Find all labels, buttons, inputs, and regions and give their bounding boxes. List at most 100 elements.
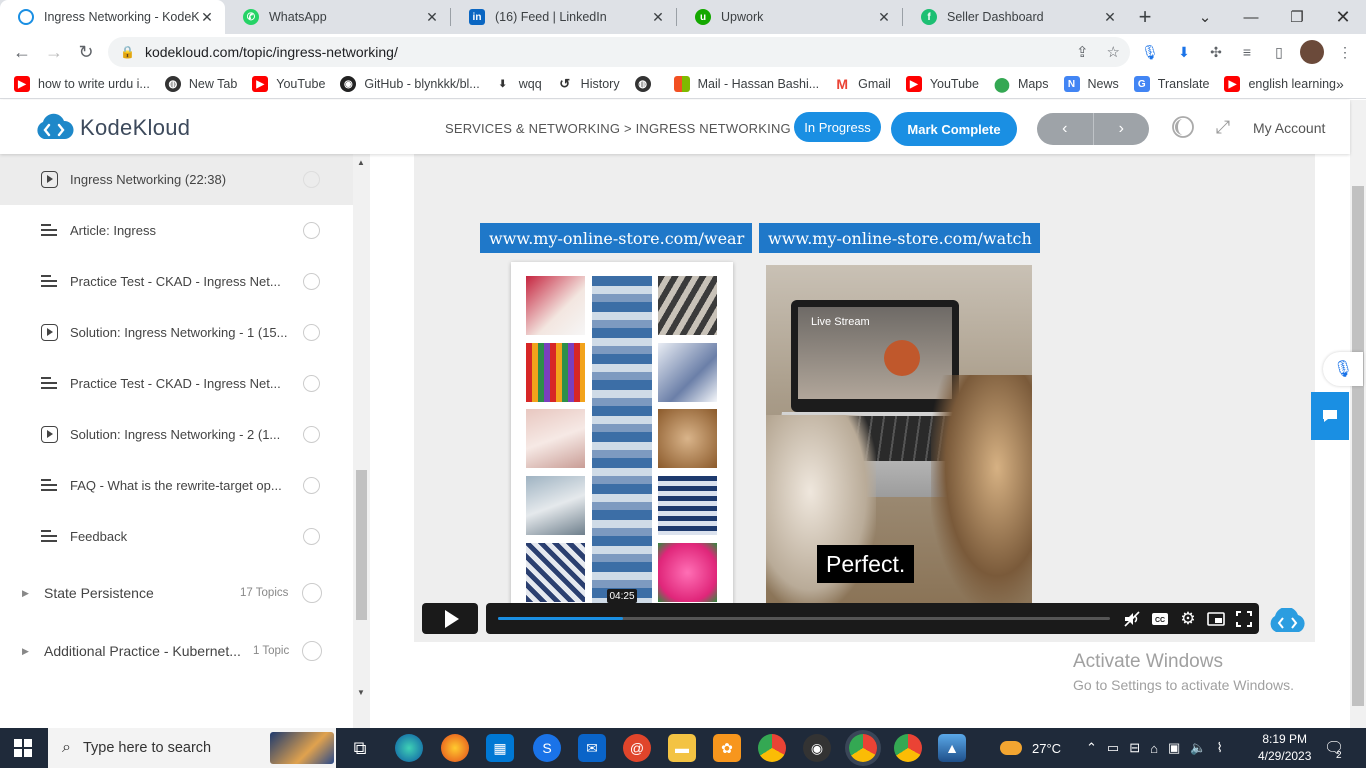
- closed-captions-icon[interactable]: CC: [1150, 609, 1170, 629]
- browser-tab-upwork[interactable]: u Upwork ✕: [677, 0, 902, 34]
- chrome-icon[interactable]: [758, 734, 786, 762]
- completion-circle-icon[interactable]: [303, 375, 320, 392]
- completion-circle-icon[interactable]: [303, 477, 320, 494]
- edge-browser-icon[interactable]: [395, 734, 423, 762]
- progress-track[interactable]: [498, 617, 1110, 620]
- voice-assistant-mic-icon[interactable]: 🎙: [1323, 352, 1363, 386]
- browser-tab-kodekloud[interactable]: Ingress Networking - KodeKloud ✕: [0, 0, 225, 34]
- sidebar-scrollbar[interactable]: ▲ ▼: [353, 154, 370, 728]
- lesson-item[interactable]: FAQ - What is the rewrite-target op...: [0, 460, 353, 511]
- chrome-profile-active-icon[interactable]: [849, 734, 877, 762]
- app-orange-icon[interactable]: ✿: [713, 734, 741, 762]
- taskbar-search-box[interactable]: ⌕ Type here to search: [48, 728, 336, 768]
- my-account-link[interactable]: My Account: [1253, 120, 1325, 136]
- notification-center-icon[interactable]: 🗨 2: [1324, 728, 1344, 768]
- completion-circle-icon[interactable]: [303, 273, 320, 290]
- fullscreen-expand-icon[interactable]: ⤢: [1210, 114, 1236, 140]
- more-bookmarks-icon[interactable]: »: [1336, 76, 1344, 92]
- extensions-puzzle-icon[interactable]: ✣: [1205, 41, 1227, 63]
- bookmark-item[interactable]: ⬤ Maps: [994, 76, 1048, 92]
- restore-icon[interactable]: ❐: [1274, 0, 1320, 34]
- browser-tab-linkedin[interactable]: in (16) Feed | LinkedIn ✕: [451, 0, 676, 34]
- in-progress-badge[interactable]: In Progress: [794, 112, 881, 142]
- next-lesson-button[interactable]: ›: [1094, 113, 1150, 145]
- completion-circle-icon[interactable]: [303, 324, 320, 341]
- lesson-item[interactable]: Practice Test - CKAD - Ingress Net...: [0, 358, 353, 409]
- bookmark-item[interactable]: ◍: [634, 76, 659, 92]
- chrome-menu-icon[interactable]: ⋮: [1334, 41, 1356, 63]
- voice-extension-icon[interactable]: 🎙: [1139, 41, 1161, 63]
- network-device-icon[interactable]: ⊟: [1129, 740, 1140, 756]
- game-app-icon[interactable]: @: [623, 734, 651, 762]
- expand-triangle-icon[interactable]: ▶: [22, 646, 29, 657]
- play-button[interactable]: [422, 603, 478, 634]
- volume-icon[interactable]: 🔈: [1190, 740, 1206, 756]
- bookmark-item[interactable]: ◉ GitHub - blynkkk/bl...: [340, 76, 480, 92]
- side-panel-icon[interactable]: ▯: [1268, 41, 1290, 63]
- tab-search-chevron-icon[interactable]: ⌄: [1182, 0, 1228, 34]
- volume-muted-icon[interactable]: [1122, 609, 1142, 629]
- show-hidden-icons-chevron-icon[interactable]: ⌃: [1086, 740, 1097, 756]
- new-tab-button[interactable]: +: [1128, 0, 1162, 34]
- close-tab-icon[interactable]: ✕: [199, 9, 215, 26]
- bookmark-item[interactable]: ⬇ wqq: [495, 76, 542, 92]
- completion-circle-icon[interactable]: [303, 426, 320, 443]
- sidebar-scroll-thumb[interactable]: [356, 470, 367, 620]
- completion-circle-icon[interactable]: [303, 171, 320, 188]
- page-scrollbar[interactable]: [1350, 100, 1366, 728]
- video-player[interactable]: www.my-online-store.com/wear www.my-onli…: [414, 154, 1315, 642]
- taskbar-clock[interactable]: 8:19 PM 4/29/2023: [1258, 731, 1311, 765]
- skype-icon[interactable]: S: [533, 734, 561, 762]
- chat-support-button[interactable]: [1311, 392, 1349, 440]
- reading-list-icon[interactable]: ≡: [1236, 41, 1258, 63]
- wifi-icon[interactable]: ⌇: [1216, 740, 1222, 756]
- bookmark-item[interactable]: G Translate: [1133, 76, 1209, 92]
- browser-tab-whatsapp[interactable]: ✆ WhatsApp ✕: [225, 0, 450, 34]
- photos-icon[interactable]: ▲: [938, 734, 966, 762]
- display-icon[interactable]: ▣: [1168, 740, 1180, 756]
- profile-avatar[interactable]: [1300, 40, 1324, 64]
- reload-icon[interactable]: ↻: [70, 36, 102, 68]
- fullscreen-icon[interactable]: [1234, 609, 1254, 629]
- lesson-item[interactable]: Feedback: [0, 511, 353, 562]
- section-item[interactable]: ▶ Additional Practice - Kubernet... 1 To…: [0, 622, 353, 680]
- bookmark-item[interactable]: N News: [1063, 76, 1119, 92]
- completion-circle-icon[interactable]: [303, 222, 320, 239]
- expand-triangle-icon[interactable]: ▶: [22, 588, 29, 599]
- file-explorer-icon[interactable]: ▬: [668, 734, 696, 762]
- task-view-icon[interactable]: ⧉: [346, 734, 374, 762]
- close-tab-icon[interactable]: ✕: [424, 9, 440, 26]
- lesson-item[interactable]: Practice Test - CKAD - Ingress Net...: [0, 256, 353, 307]
- mark-complete-button[interactable]: Mark Complete: [891, 112, 1017, 146]
- weather-widget[interactable]: 27°C: [1000, 728, 1061, 768]
- windows-start-icon[interactable]: [14, 739, 32, 757]
- mail-icon[interactable]: ✉: [578, 734, 606, 762]
- minimize-icon[interactable]: —: [1228, 0, 1274, 34]
- kodekloud-watermark-icon[interactable]: [1266, 606, 1308, 634]
- settings-gear-icon[interactable]: ⚙: [1178, 609, 1198, 629]
- close-tab-icon[interactable]: ✕: [650, 9, 666, 26]
- download-extension-icon[interactable]: ⬇: [1173, 41, 1195, 63]
- lesson-item[interactable]: Article: Ingress: [0, 205, 353, 256]
- microsoft-store-icon[interactable]: ▦: [486, 734, 514, 762]
- bookmark-item[interactable]: M Gmail: [834, 76, 891, 92]
- lesson-item[interactable]: Ingress Networking (22:38): [0, 154, 353, 205]
- bookmark-item[interactable]: ▶ english learning: [1224, 76, 1336, 92]
- section-item[interactable]: ▶ State Persistence 17 Topics: [0, 564, 353, 622]
- url-text[interactable]: kodekloud.com/topic/ingress-networking/: [145, 44, 398, 60]
- chrome-profile-icon[interactable]: [894, 734, 922, 762]
- webcam-icon[interactable]: ⌂: [1150, 741, 1158, 756]
- forward-arrow-icon[interactable]: →: [38, 36, 70, 68]
- close-tab-icon[interactable]: ✕: [876, 9, 892, 26]
- bookmark-item[interactable]: ↺ History: [557, 76, 619, 92]
- lesson-item[interactable]: Solution: Ingress Networking - 2 (1...: [0, 409, 353, 460]
- bookmark-item[interactable]: ▶ YouTube: [252, 76, 325, 92]
- bookmark-star-icon[interactable]: ☆: [1107, 43, 1120, 61]
- page-scroll-thumb[interactable]: [1352, 186, 1364, 706]
- previous-lesson-button[interactable]: ‹: [1037, 113, 1094, 145]
- browser-tab-seller-dashboard[interactable]: f Seller Dashboard ✕: [903, 0, 1128, 34]
- bookmark-item[interactable]: Mail - Hassan Bashi...: [673, 76, 819, 92]
- address-bar[interactable]: 🔒 kodekloud.com/topic/ingress-networking…: [108, 37, 1130, 67]
- bookmark-item[interactable]: ▶ how to write urdu i...: [14, 76, 150, 92]
- bookmark-item[interactable]: ◍ New Tab: [164, 76, 237, 92]
